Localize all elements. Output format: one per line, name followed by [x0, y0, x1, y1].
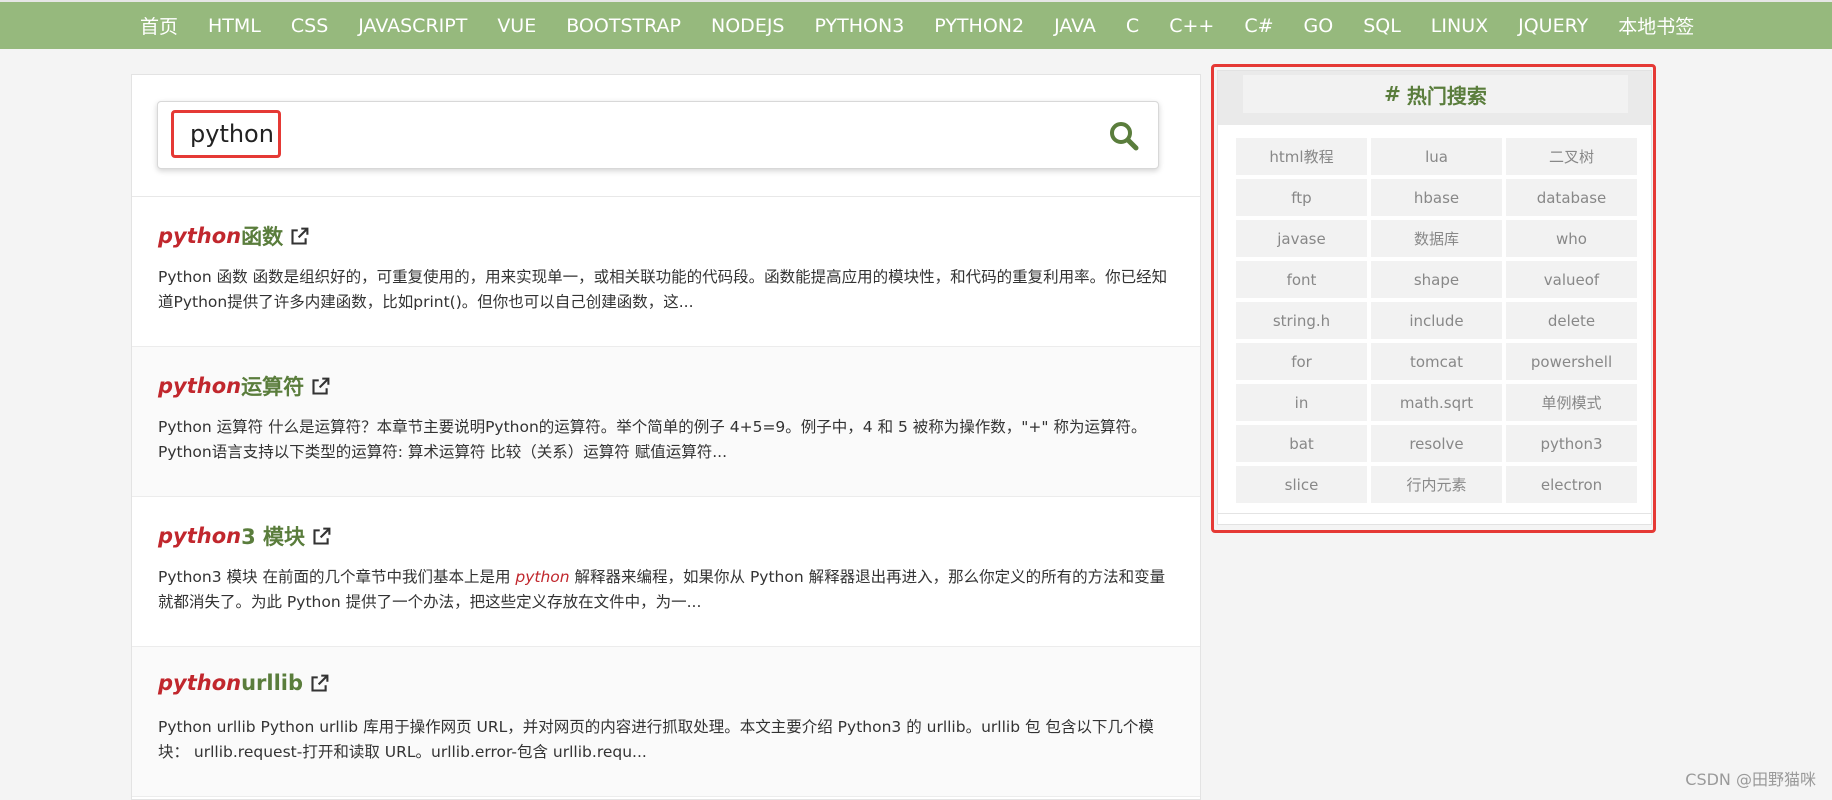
result-title-link[interactable]: python 函数 [158, 221, 310, 251]
snippet-text: Python3 模块 在前面的几个章节中我们基本上是用 [158, 568, 516, 586]
result-title-keyword: python [158, 224, 242, 248]
nav-item-css[interactable]: CSS [291, 15, 328, 37]
hot-tag[interactable]: electron [1506, 466, 1637, 503]
hot-tag[interactable]: bat [1236, 425, 1367, 462]
hot-tag[interactable]: javase [1236, 220, 1367, 257]
result-title-link[interactable]: python urllib [158, 671, 330, 695]
nav-item-bookmarks[interactable]: 本地书签 [1618, 12, 1694, 39]
nav-item-csharp[interactable]: C# [1244, 15, 1273, 37]
hot-tag[interactable]: ftp [1236, 179, 1367, 216]
result-title-keyword: python [158, 671, 242, 695]
hash-icon: # [1384, 82, 1401, 106]
nav-item-python3[interactable]: PYTHON3 [814, 15, 904, 37]
hot-search-title: # 热门搜索 [1243, 75, 1628, 113]
hot-tag[interactable]: python3 [1506, 425, 1637, 462]
external-link-icon [313, 527, 331, 545]
hot-tag[interactable]: include [1371, 302, 1502, 339]
nav-item-go[interactable]: GO [1304, 15, 1334, 37]
snippet-highlight: python [515, 568, 570, 586]
result-item: python urllib Python urllib Python urlli… [132, 647, 1200, 797]
external-link-icon [311, 674, 329, 692]
result-snippet: Python3 模块 在前面的几个章节中我们基本上是用 python 解释器来编… [158, 565, 1178, 615]
hot-tag[interactable]: math.sqrt [1371, 384, 1502, 421]
result-title-text: 运算符 [241, 375, 305, 399]
result-item: python 运算符 Python 运算符 什么是运算符？本章节主要说明Pyth… [132, 347, 1200, 497]
nav-item-cpp[interactable]: C++ [1169, 15, 1214, 37]
hot-tag[interactable]: hbase [1371, 179, 1502, 216]
nav-item-python2[interactable]: PYTHON2 [934, 15, 1024, 37]
hot-tag[interactable]: valueof [1506, 261, 1637, 298]
hot-tag[interactable]: 数据库 [1371, 220, 1502, 257]
hot-search-panel: # 热门搜索 html教程 lua 二叉树 ftp hbase database… [1217, 70, 1652, 525]
result-snippet: Python 运算符 什么是运算符？本章节主要说明Python的运算符。举个简单… [158, 418, 1147, 461]
external-link-icon [291, 227, 309, 245]
hot-tag[interactable]: who [1506, 220, 1637, 257]
hot-tag[interactable]: slice [1236, 466, 1367, 503]
hot-tag[interactable]: for [1236, 343, 1367, 380]
nav-item-home[interactable]: 首页 [140, 12, 178, 39]
nav-item-c[interactable]: C [1126, 15, 1139, 37]
result-title-text: urllib [241, 671, 304, 695]
hot-tag[interactable]: font [1236, 261, 1367, 298]
hot-tag[interactable]: resolve [1371, 425, 1502, 462]
result-title-keyword: python [158, 374, 242, 398]
hot-tag[interactable]: 二叉树 [1506, 138, 1637, 175]
result-item: python 函数 Python 函数 函数是组织好的，可重复使用的，用来实现单… [132, 197, 1200, 347]
result-title-text: 3 模块 [241, 525, 306, 549]
search-results-panel: python 函数 Python 函数 函数是组织好的，可重复使用的，用来实现单… [131, 74, 1201, 800]
watermark: CSDN @田野猫咪 [1685, 770, 1816, 789]
hot-search-tags: html教程 lua 二叉树 ftp hbase database javase… [1236, 138, 1639, 503]
nav-item-bootstrap[interactable]: BOOTSTRAP [566, 15, 681, 37]
hot-tag[interactable]: in [1236, 384, 1367, 421]
hot-tag[interactable]: 行内元素 [1371, 466, 1502, 503]
external-link-icon [312, 377, 330, 395]
hot-tag[interactable]: delete [1506, 302, 1637, 339]
result-item: python 3 模块 Python3 模块 在前面的几个章节中我们基本上是用 p… [132, 497, 1200, 647]
top-nav-list: 首页 HTML CSS JAVASCRIPT VUE BOOTSTRAP NOD… [140, 2, 1724, 49]
search-area [132, 75, 1200, 197]
hot-tag[interactable]: html教程 [1236, 138, 1367, 175]
result-title-keyword: python [158, 524, 242, 548]
search-icon[interactable] [1108, 120, 1140, 152]
result-title-text: 函数 [241, 225, 284, 249]
hot-search-title-text: 热门搜索 [1406, 83, 1487, 108]
result-title-link[interactable]: python 3 模块 [158, 521, 332, 551]
hot-tag[interactable]: database [1506, 179, 1637, 216]
nav-item-vue[interactable]: VUE [497, 15, 536, 37]
nav-item-jquery[interactable]: JQUERY [1518, 15, 1588, 37]
hot-tag[interactable]: tomcat [1371, 343, 1502, 380]
hot-tag[interactable]: lua [1371, 138, 1502, 175]
divider [1218, 513, 1651, 514]
hot-tag[interactable]: string.h [1236, 302, 1367, 339]
nav-item-sql[interactable]: SQL [1363, 15, 1401, 37]
nav-item-javascript[interactable]: JAVASCRIPT [358, 15, 467, 37]
result-snippet: Python urllib Python urllib 库用于操作网页 URL，… [158, 718, 1154, 761]
hot-tag[interactable]: shape [1371, 261, 1502, 298]
search-box [157, 101, 1159, 169]
hot-tag[interactable]: 单例模式 [1506, 384, 1637, 421]
nav-item-linux[interactable]: LINUX [1431, 15, 1488, 37]
result-snippet: Python 函数 函数是组织好的，可重复使用的，用来实现单一，或相关联功能的代… [158, 268, 1168, 311]
top-nav: 首页 HTML CSS JAVASCRIPT VUE BOOTSTRAP NOD… [0, 0, 1832, 49]
search-input[interactable] [171, 110, 281, 158]
result-title-link[interactable]: python 运算符 [158, 371, 331, 401]
nav-item-nodejs[interactable]: NODEJS [711, 15, 784, 37]
hot-tag[interactable]: powershell [1506, 343, 1637, 380]
hot-search-header: # 热门搜索 [1218, 71, 1651, 125]
nav-item-html[interactable]: HTML [208, 15, 261, 37]
nav-item-java[interactable]: JAVA [1054, 15, 1096, 37]
